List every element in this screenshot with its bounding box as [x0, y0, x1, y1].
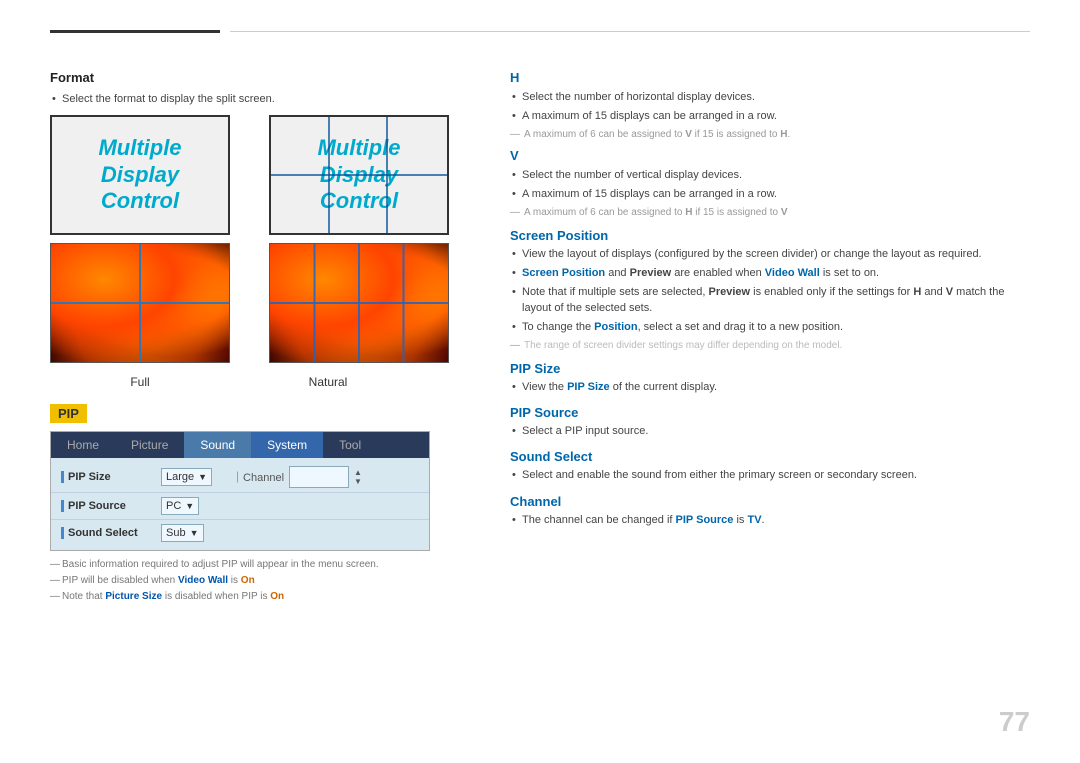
pip-menu-body: PIP Size Large ▼ ｜Channel ▲ ▼: [51, 458, 429, 550]
pip-size-info: PIP Size View the PIP Size of the curren…: [510, 361, 1030, 395]
v-bullet-1: Select the number of vertical display de…: [510, 168, 1030, 183]
pip-notes: Basic information required to adjust PIP…: [50, 559, 480, 602]
pip-badge: PIP: [50, 404, 87, 423]
pip-row-size: PIP Size Large ▼ ｜Channel ▲ ▼: [51, 462, 429, 493]
pip-note-3: Note that Picture Size is disabled when …: [50, 591, 480, 602]
sp-bullet-2: Screen Position and Preview are enabled …: [510, 266, 1030, 281]
sound-select-info: Sound Select Select and enable the sound…: [510, 449, 1030, 483]
format-cell-text-1: Multiple Display Control: [50, 115, 230, 235]
pip-channel-label: ｜Channel: [232, 469, 284, 485]
pip-menu: Home Picture Sound System Tool PIP Size: [50, 431, 430, 551]
format-cell-text-2: Multiple Display Control: [269, 115, 449, 235]
pip-row-sound-label: Sound Select: [61, 527, 161, 539]
pip-tab-sound[interactable]: Sound: [184, 432, 251, 458]
sp-bullet-1: View the layout of displays (configured …: [510, 247, 1030, 262]
pip-tab-home[interactable]: Home: [51, 432, 115, 458]
grid-overlay-2: [271, 117, 447, 233]
pip-source-info: PIP Source Select a PIP input source.: [510, 405, 1030, 439]
channel-bullet: The channel can be changed if PIP Source…: [510, 513, 1030, 528]
sound-select-bullet: Select and enable the sound from either …: [510, 468, 1030, 483]
h-section: H Select the number of horizontal displa…: [510, 70, 1030, 140]
pip-menu-header: Home Picture Sound System Tool: [51, 432, 429, 458]
pip-source-title: PIP Source: [510, 405, 1030, 420]
format-title: Format: [50, 70, 480, 85]
pip-note-2: PIP will be disabled when Video Wall is …: [50, 575, 480, 586]
page-number: 77: [999, 706, 1030, 738]
pip-source-select[interactable]: PC ▼: [161, 497, 199, 515]
pip-size-title: PIP Size: [510, 361, 1030, 376]
pip-row-source: PIP Source PC ▼: [51, 493, 429, 520]
h-bullet-2: A maximum of 15 displays can be arranged…: [510, 109, 1030, 124]
format-cell-text-1-content: Multiple Display Control: [98, 135, 181, 214]
sp-bullet-3: Note that if multiple sets are selected,…: [510, 285, 1030, 316]
flower-grid-natural: [270, 244, 448, 362]
channel-info: Channel The channel can be changed if PI…: [510, 494, 1030, 528]
format-section: Format Select the format to display the …: [50, 70, 480, 389]
v-section: V Select the number of vertical display …: [510, 148, 1030, 218]
top-decorative-bar: [50, 30, 1030, 32]
sound-select-title: Sound Select: [510, 449, 1030, 464]
v-label: V: [510, 148, 1030, 163]
pip-tab-system[interactable]: System: [251, 432, 323, 458]
flower-grid-full: [51, 244, 229, 362]
pip-size-select[interactable]: Large ▼: [161, 468, 212, 486]
pip-channel-input[interactable]: [289, 466, 349, 488]
sp-note: The range of screen divider settings may…: [510, 340, 1030, 351]
flower-image-full: [50, 243, 230, 363]
screen-position-section: Screen Position View the layout of displ…: [510, 228, 1030, 351]
v-note: A maximum of 6 can be assigned to H if 1…: [510, 207, 1030, 218]
format-labels: Full Natural: [50, 371, 480, 389]
pip-row-size-label: PIP Size: [61, 471, 161, 483]
pip-channel-arrows[interactable]: ▲ ▼: [354, 468, 362, 486]
pip-sound-select[interactable]: Sub ▼: [161, 524, 204, 542]
screen-position-title: Screen Position: [510, 228, 1030, 243]
sp-bullet-4: To change the Position, select a set and…: [510, 320, 1030, 335]
h-bullet-1: Select the number of horizontal display …: [510, 90, 1030, 105]
pip-section: PIP Home Picture Sound System Tool: [50, 404, 480, 602]
pip-tab-tool[interactable]: Tool: [323, 432, 377, 458]
pip-note-1: Basic information required to adjust PIP…: [50, 559, 480, 570]
pip-channel-box: ｜Channel ▲ ▼: [232, 466, 362, 488]
pip-size-bullet: View the PIP Size of the current display…: [510, 380, 1030, 395]
label-full: Full: [50, 371, 230, 389]
v-bullet-2: A maximum of 15 displays can be arranged…: [510, 187, 1030, 202]
format-grid: Multiple Display Control Multiple Displa…: [50, 115, 480, 363]
channel-title: Channel: [510, 494, 1030, 509]
h-note: A maximum of 6 can be assigned to V if 1…: [510, 129, 1030, 140]
left-column: Format Select the format to display the …: [50, 70, 480, 763]
h-label: H: [510, 70, 1030, 85]
flower-image-natural: [269, 243, 449, 363]
pip-row-sound: Sound Select Sub ▼: [51, 520, 429, 546]
pip-source-bullet: Select a PIP input source.: [510, 424, 1030, 439]
right-column: H Select the number of horizontal displa…: [510, 70, 1030, 763]
format-bullet: Select the format to display the split s…: [50, 93, 480, 105]
label-natural: Natural: [238, 371, 418, 389]
pip-row-source-label: PIP Source: [61, 500, 161, 512]
pip-tab-picture[interactable]: Picture: [115, 432, 184, 458]
